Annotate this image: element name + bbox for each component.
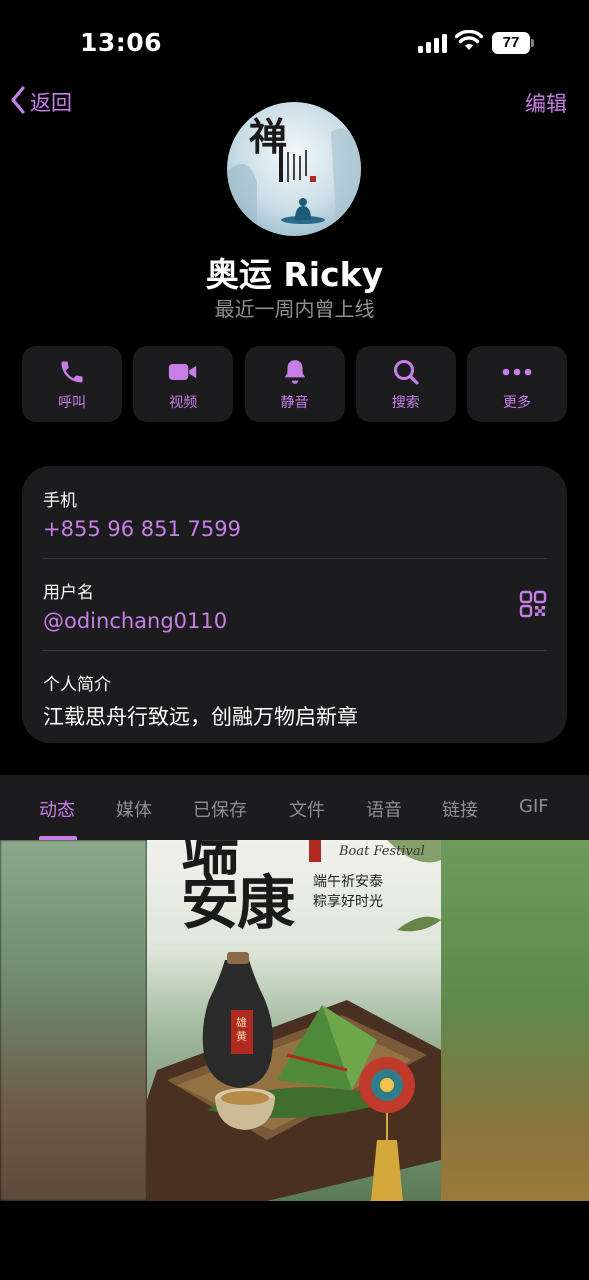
search-label: 搜索 xyxy=(391,394,420,411)
media-tabs: 动态 媒体 已保存 文件 语音 链接 GIF xyxy=(0,775,589,840)
status-bar: 13:06 77 xyxy=(0,0,589,88)
username-label: 用户名 xyxy=(43,583,94,603)
phone-value[interactable]: +855 96 851 7599 xyxy=(43,517,547,541)
tab-files[interactable]: 文件 xyxy=(289,796,325,822)
qr-code-icon[interactable] xyxy=(519,590,547,618)
tab-links[interactable]: 链接 xyxy=(442,796,478,822)
cellular-signal-icon xyxy=(418,33,448,53)
svg-text:黄: 黄 xyxy=(236,1029,247,1043)
battery-level: 77 xyxy=(492,32,530,54)
video-button[interactable]: 视频 xyxy=(133,346,234,422)
action-buttons: 呼叫 视频 静音 搜索 更多 xyxy=(22,346,567,422)
more-icon xyxy=(502,357,532,387)
bottom-area xyxy=(0,1201,589,1280)
festival-poster-image[interactable]: 雄 黄 端 安康 Boat Festival 端午祈安泰 粽享好时光 xyxy=(147,840,441,1201)
info-card: 手机 +855 96 851 7599 用户名 @odinchang0110 个… xyxy=(22,466,567,743)
video-icon xyxy=(168,357,198,387)
battery-icon: 77 xyxy=(492,32,534,54)
poster-line-2: 粽享好时光 xyxy=(313,894,383,910)
status-time: 13:06 xyxy=(80,28,163,57)
poster-line-1: 端午祈安泰 xyxy=(313,874,383,890)
media-post[interactable]: 雄 黄 端 安康 Boat Festival 端午祈安泰 粽享好时光 xyxy=(0,840,589,1201)
tab-media[interactable]: 媒体 xyxy=(116,796,152,822)
avatar[interactable]: 禅 xyxy=(227,102,361,236)
media-blur-right xyxy=(441,840,589,1201)
tab-posts[interactable]: 动态 xyxy=(39,796,75,822)
media-blur-left xyxy=(0,840,147,1201)
more-label: 更多 xyxy=(503,394,531,411)
bio-row: 个人简介 江载思舟行致远，创融万物启新章 xyxy=(43,670,547,731)
profile-status: 最近一周内曾上线 xyxy=(214,297,375,321)
back-button[interactable]: 返回 xyxy=(10,86,72,118)
profile-name: 奥运 Ricky xyxy=(205,255,384,294)
username-value[interactable]: @odinchang0110 xyxy=(43,609,547,633)
phone-row[interactable]: 手机 +855 96 851 7599 xyxy=(43,486,547,541)
search-button[interactable]: 搜索 xyxy=(355,346,456,422)
poster-english: Boat Festival xyxy=(339,844,425,859)
edit-button[interactable]: 编辑 xyxy=(525,88,567,118)
tab-gif[interactable]: GIF xyxy=(519,796,549,817)
chevron-left-icon xyxy=(10,85,26,119)
tab-voice[interactable]: 语音 xyxy=(366,796,402,822)
mute-button[interactable]: 静音 xyxy=(244,346,345,422)
poster-seal xyxy=(309,840,321,862)
divider xyxy=(43,650,547,651)
call-label: 呼叫 xyxy=(58,394,86,411)
poster-subtitle: 端午祈安泰 粽享好时光 xyxy=(313,872,383,912)
svg-text:雄: 雄 xyxy=(236,1015,247,1029)
bio-label: 个人简介 xyxy=(43,675,111,695)
back-label: 返回 xyxy=(30,91,72,115)
tab-saved[interactable]: 已保存 xyxy=(193,796,247,822)
wifi-icon xyxy=(454,29,484,54)
divider xyxy=(43,558,547,559)
mute-label: 静音 xyxy=(280,394,309,411)
video-label: 视频 xyxy=(169,394,198,411)
more-button[interactable]: 更多 xyxy=(467,346,567,422)
search-icon xyxy=(391,357,421,387)
bell-icon xyxy=(280,357,310,387)
phone-label: 手机 xyxy=(43,491,77,511)
phone-icon xyxy=(57,357,87,387)
poster-title: 安康 xyxy=(181,869,295,937)
call-button[interactable]: 呼叫 xyxy=(22,346,122,422)
bio-value: 江载思舟行致远，创融万物启新章 xyxy=(43,705,358,729)
username-row[interactable]: 用户名 @odinchang0110 xyxy=(43,578,547,633)
